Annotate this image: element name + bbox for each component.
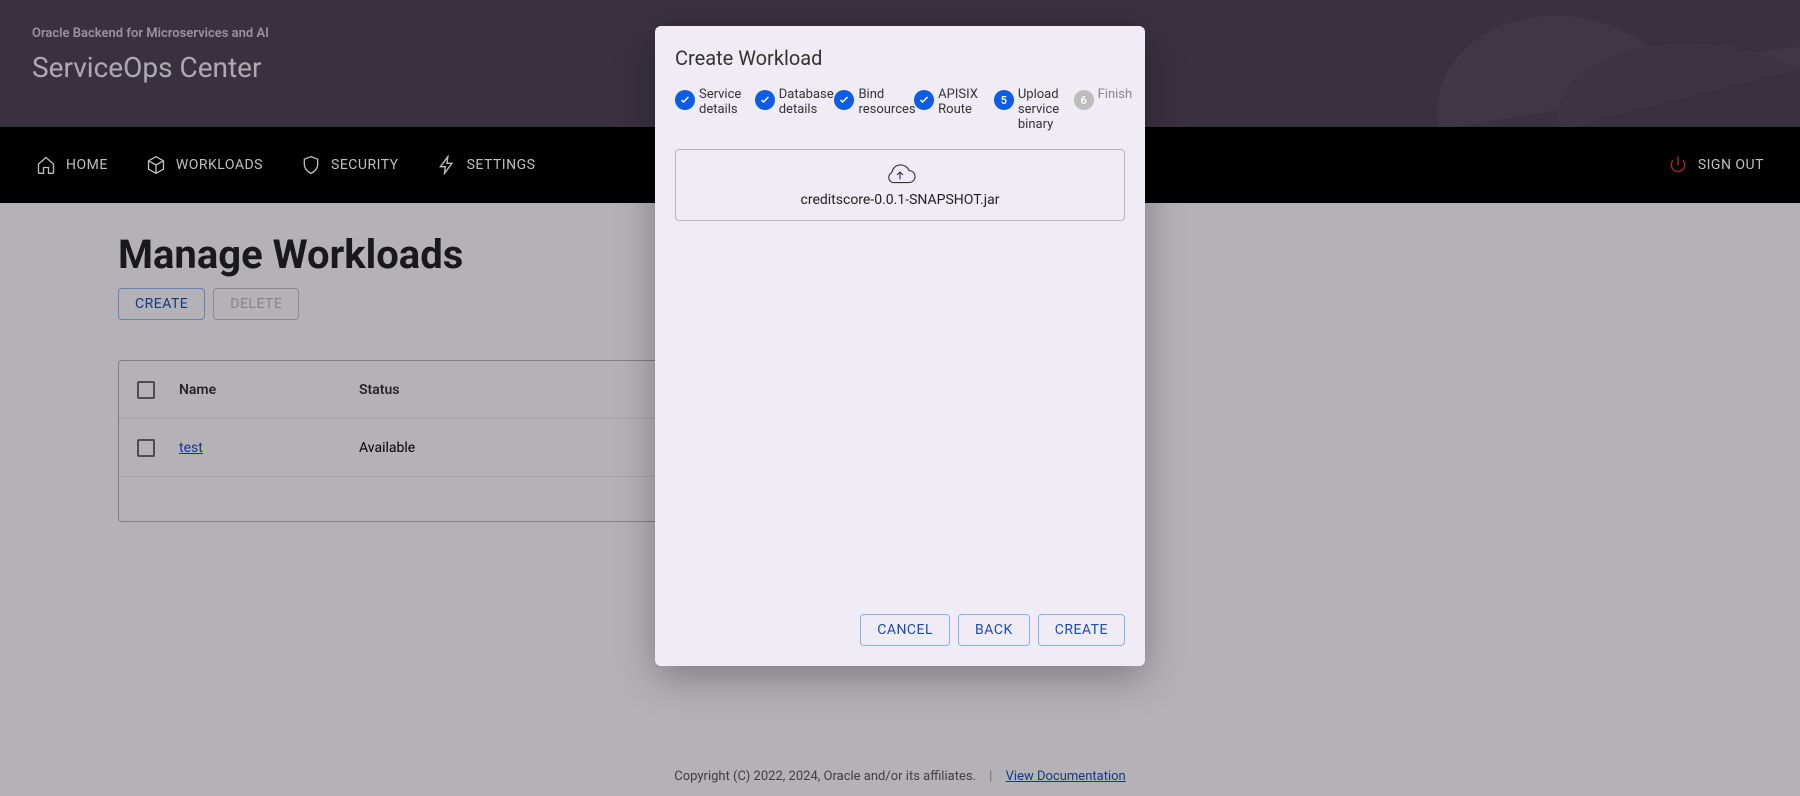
step-label: APISIX Route [938, 88, 988, 118]
cloud-upload-icon [882, 162, 918, 188]
create-submit-button[interactable]: CREATE [1038, 614, 1125, 646]
step-indicator [914, 90, 934, 110]
check-icon [759, 94, 771, 106]
step-indicator [675, 90, 695, 110]
step-4: APISIX Route [914, 88, 988, 118]
modal-title: Create Workload [675, 46, 1125, 70]
step-6: 6Finish [1074, 88, 1125, 110]
step-indicator: 5 [994, 90, 1014, 110]
cancel-button[interactable]: CANCEL [860, 614, 950, 646]
step-5: 5Upload service binary [994, 88, 1068, 133]
step-indicator: 6 [1074, 90, 1094, 110]
check-icon [838, 94, 850, 106]
step-label: Database details [779, 88, 834, 118]
step-3: Bind resources [834, 88, 908, 118]
step-indicator [755, 90, 775, 110]
step-1: Service details [675, 88, 749, 118]
create-workload-modal: Create Workload Service detailsDatabase … [655, 26, 1145, 666]
step-label: Finish [1098, 88, 1133, 103]
step-indicator [834, 90, 854, 110]
upload-dropzone[interactable]: creditscore-0.0.1-SNAPSHOT.jar [675, 149, 1125, 221]
step-label: Service details [699, 88, 749, 118]
stepper: Service detailsDatabase detailsBind reso… [675, 88, 1125, 133]
check-icon [679, 94, 691, 106]
check-icon [918, 94, 930, 106]
upload-filename: creditscore-0.0.1-SNAPSHOT.jar [801, 192, 1000, 208]
back-button[interactable]: BACK [958, 614, 1030, 646]
step-label: Upload service binary [1018, 88, 1068, 133]
step-label: Bind resources [858, 88, 915, 118]
step-2: Database details [755, 88, 829, 118]
